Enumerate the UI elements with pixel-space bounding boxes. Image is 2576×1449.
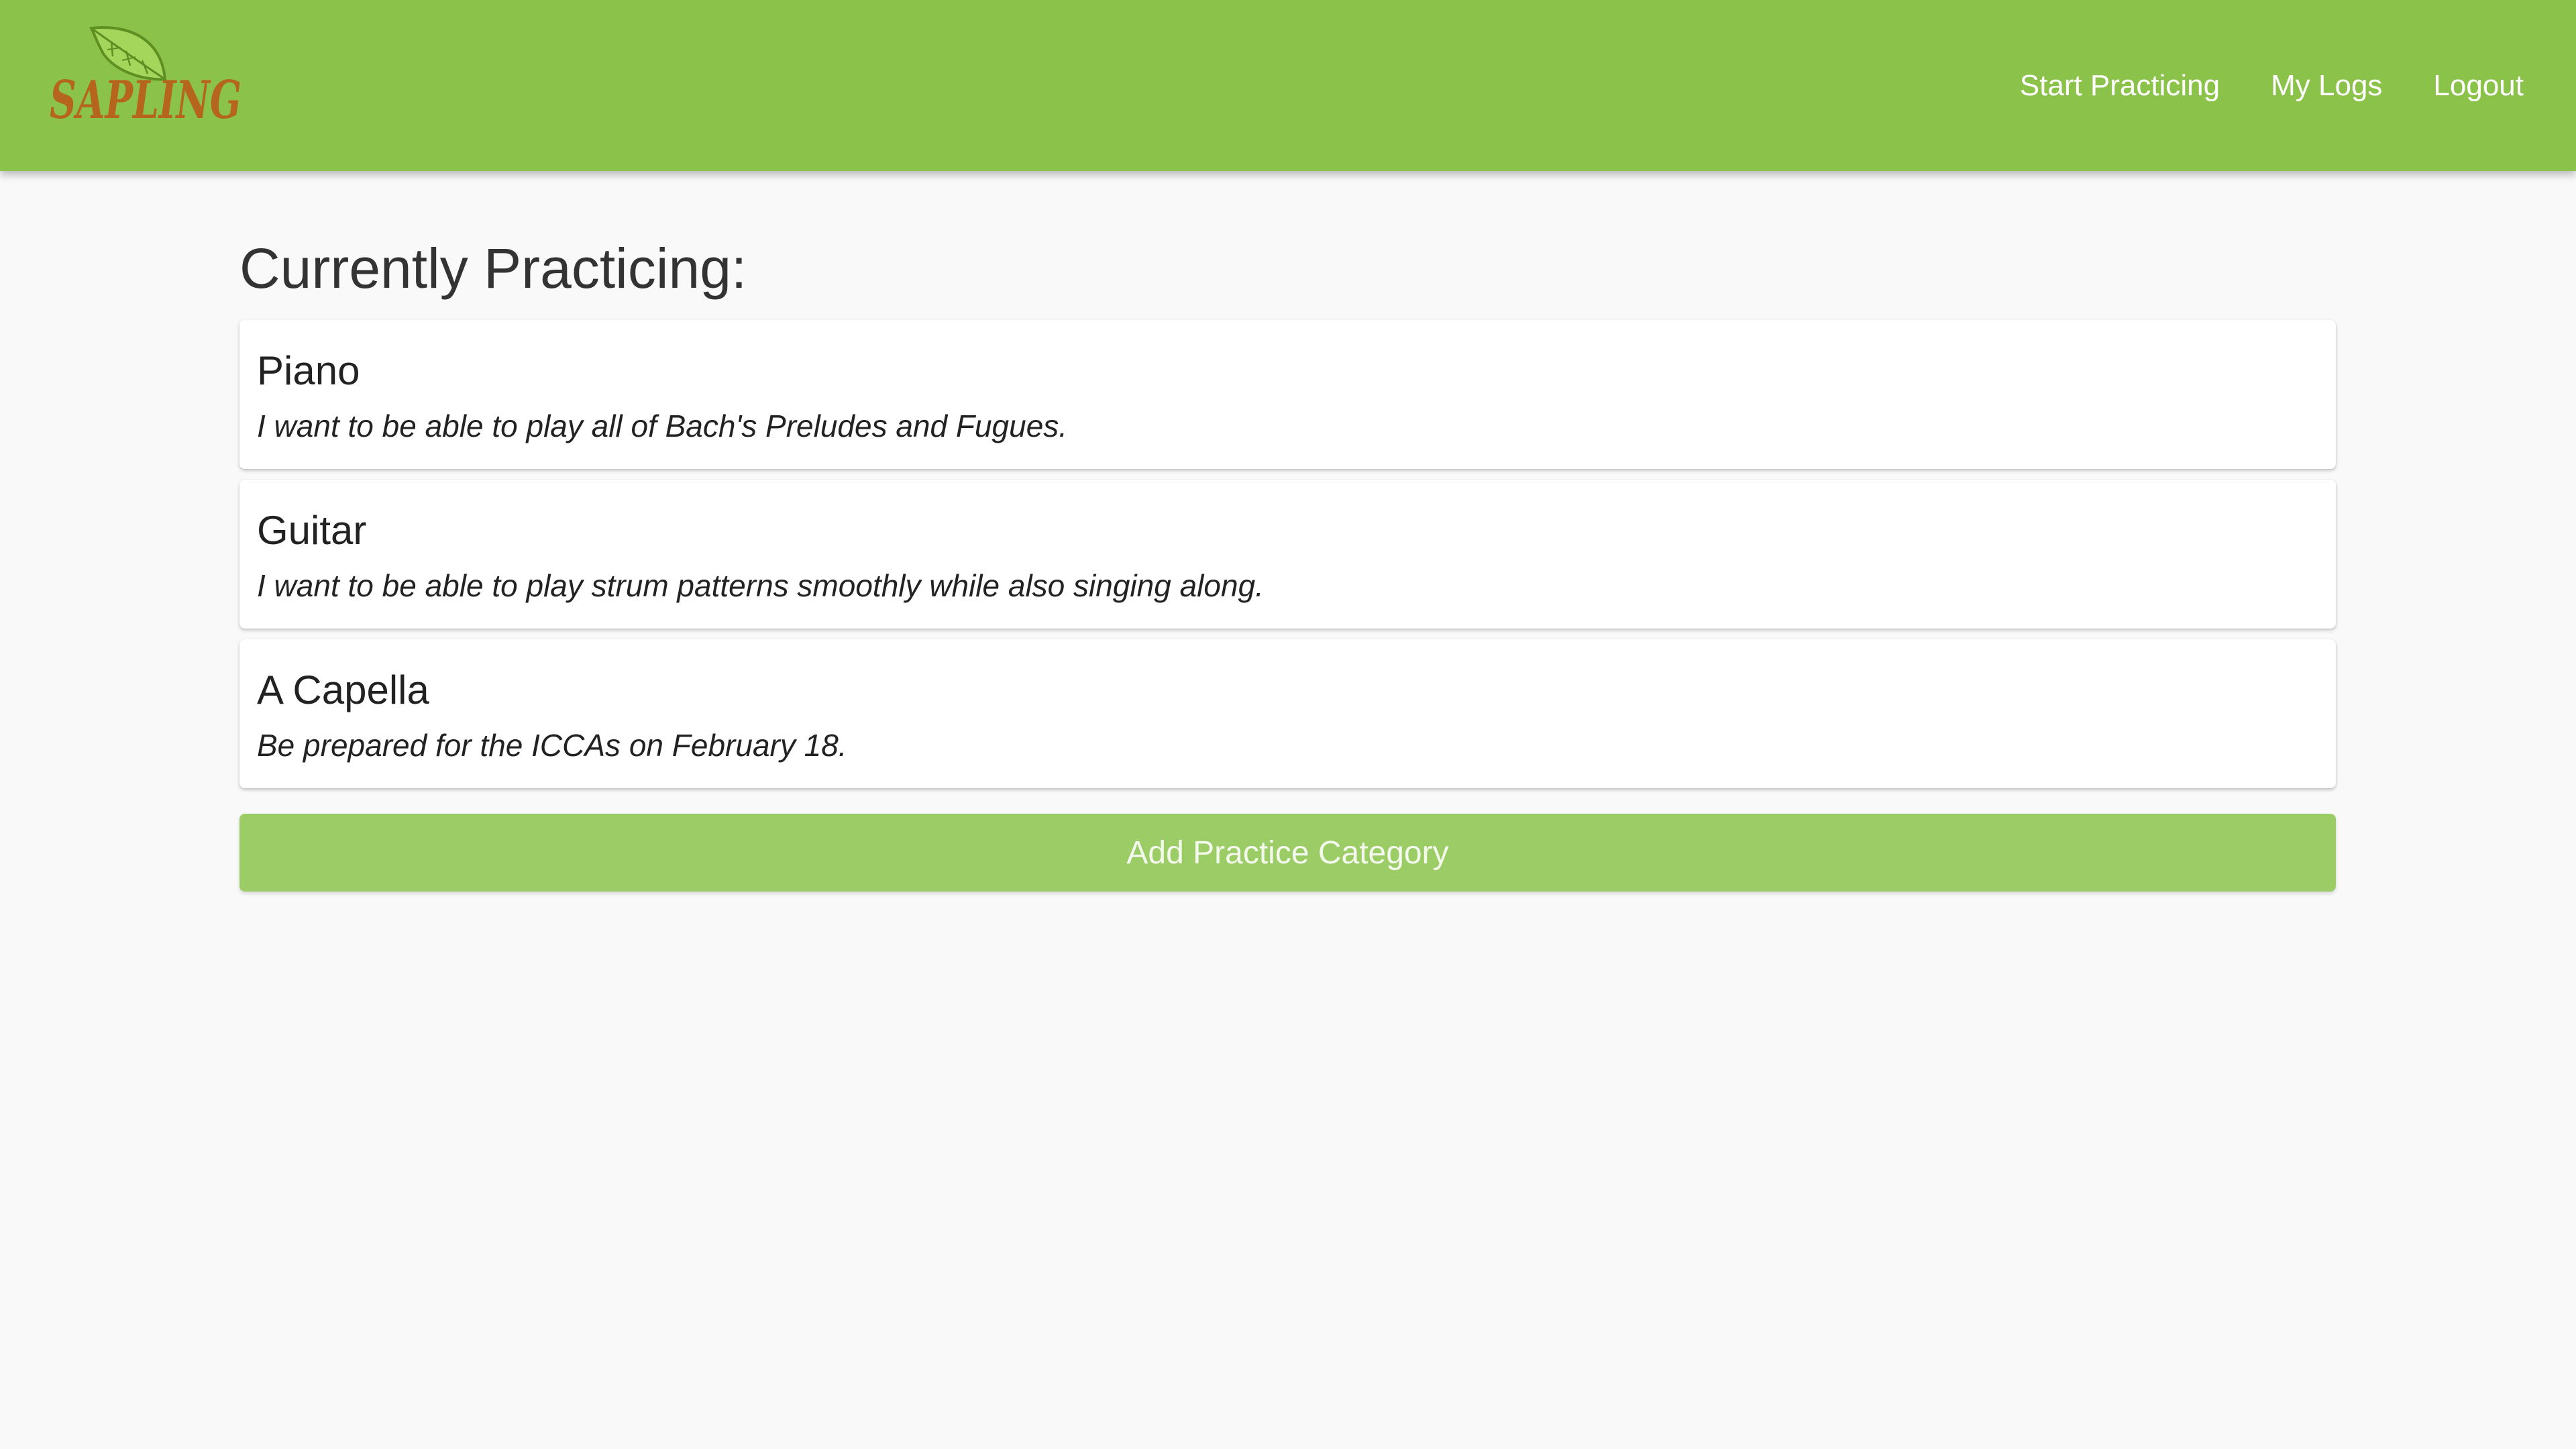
- category-title: Guitar: [257, 508, 367, 553]
- brand-name: SAPLING: [50, 70, 241, 131]
- nav-my-logs[interactable]: My Logs: [2271, 69, 2382, 103]
- top-nav: Start Practicing My Logs Logout: [1969, 0, 2524, 171]
- brand-logo[interactable]: SAPLING: [47, 24, 248, 131]
- category-description: I want to be able to play strum patterns…: [257, 568, 1264, 603]
- category-card-piano[interactable]: Piano I want to be able to play all of B…: [239, 320, 2336, 469]
- page-title: Currently Practicing:: [239, 237, 747, 300]
- category-card-guitar[interactable]: Guitar I want to be able to play strum p…: [239, 480, 2336, 629]
- add-practice-category-button[interactable]: Add Practice Category: [239, 814, 2336, 892]
- navbar: SAPLING Start Practicing My Logs Logout: [0, 0, 2576, 171]
- leaf-icon: SAPLING: [50, 26, 241, 131]
- category-title: A Capella: [257, 667, 429, 712]
- nav-start-practicing[interactable]: Start Practicing: [2020, 69, 2220, 103]
- category-card-a-capella[interactable]: A Capella Be prepared for the ICCAs on F…: [239, 639, 2336, 788]
- category-title: Piano: [257, 348, 360, 393]
- nav-logout[interactable]: Logout: [2433, 69, 2524, 103]
- category-list: Piano I want to be able to play all of B…: [239, 320, 2336, 788]
- category-description: I want to be able to play all of Bach's …: [257, 409, 1068, 443]
- category-description: Be prepared for the ICCAs on February 18…: [257, 728, 847, 763]
- main-content: Currently Practicing: Piano I want to be…: [239, 231, 2336, 892]
